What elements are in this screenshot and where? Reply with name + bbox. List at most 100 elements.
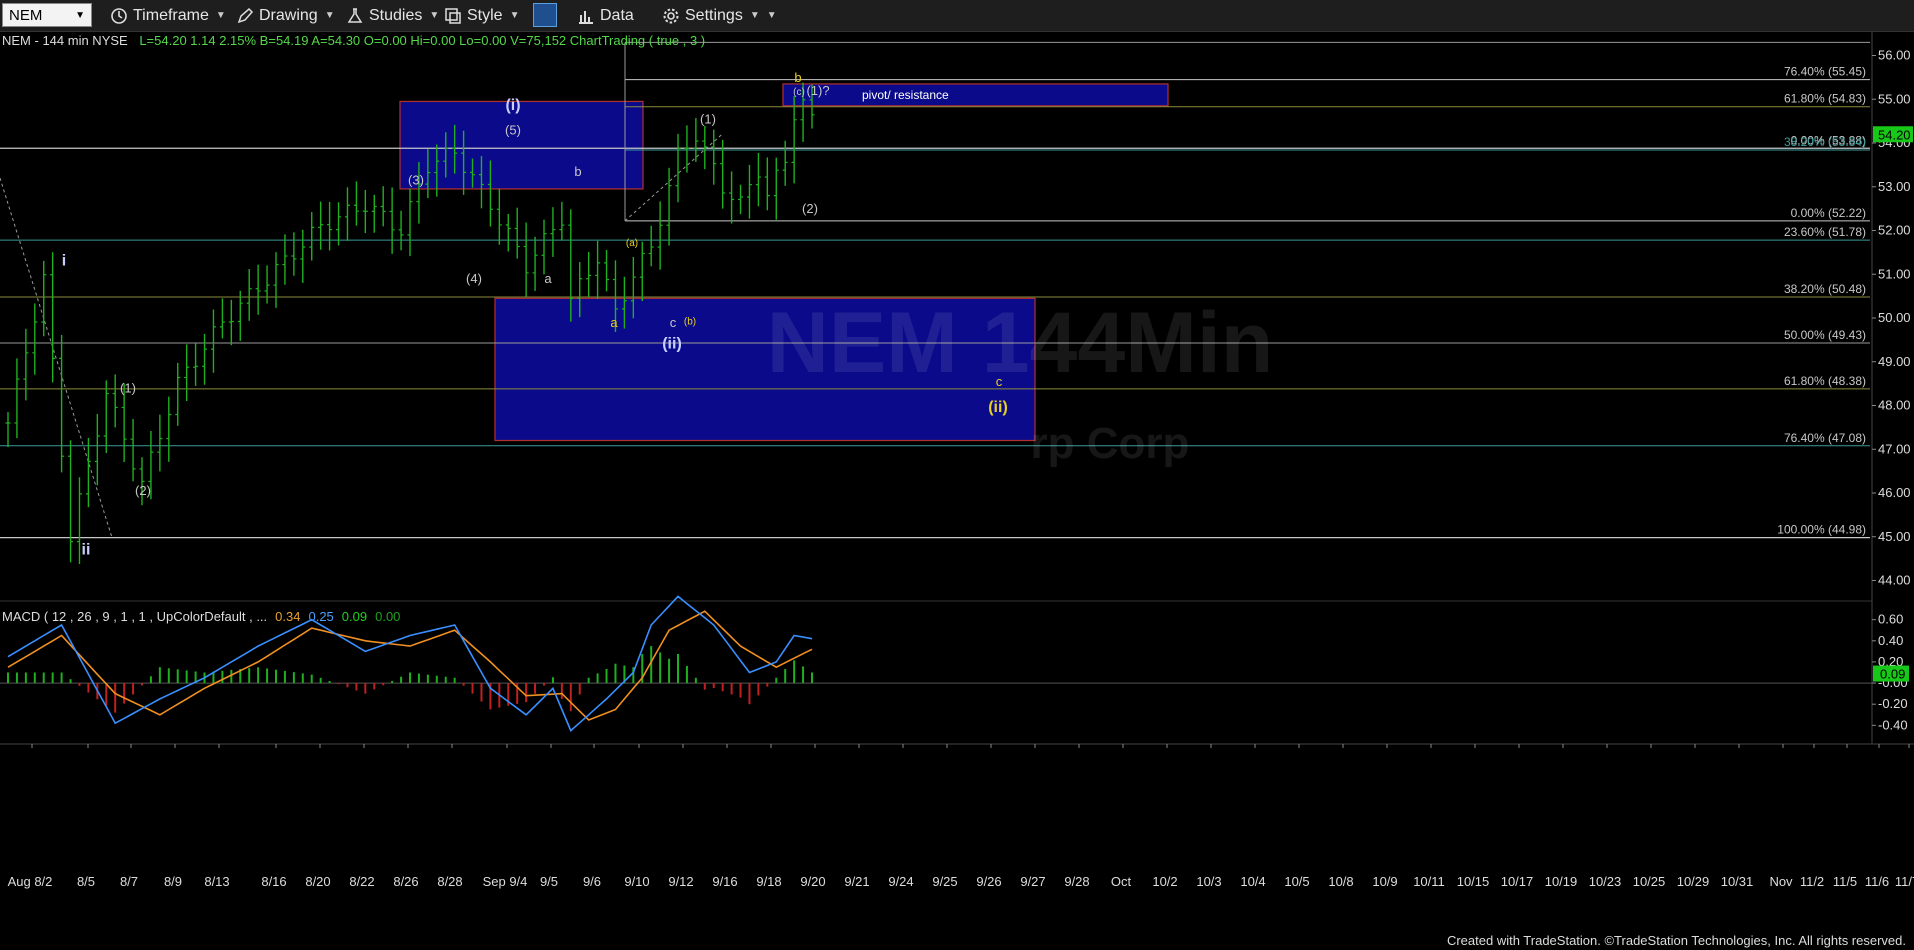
time-tick-label: 10/3 [1196, 874, 1221, 889]
price-tick-label: 45.00 [1878, 529, 1911, 544]
fib-label: 61.80% (48.38) [1784, 374, 1866, 388]
time-tick-label: 8/16 [261, 874, 286, 889]
time-tick-label: 10/23 [1589, 874, 1622, 889]
drawing-menu[interactable]: Drawing ▼ [236, 0, 335, 31]
time-tick-label: 10/2 [1152, 874, 1177, 889]
wave-label: (c) [793, 87, 805, 98]
time-tick-label: 9/5 [540, 874, 558, 889]
macd-params: MACD ( 12 , 26 , 9 , 1 , 1 , UpColorDefa… [2, 609, 267, 624]
watermark-company: rp Corp [1031, 419, 1190, 468]
chevron-down-icon: ▼ [509, 10, 520, 21]
time-tick-label: 10/17 [1501, 874, 1534, 889]
fibonacci-levels: 100.00% (44.98) 76.40% (47.08) 61.80% (48.… [0, 41, 1870, 539]
price-tick-label: 52.00 [1878, 223, 1911, 238]
time-tick-label: 9/18 [756, 874, 781, 889]
pencil-icon [237, 7, 254, 23]
style-label: Style [467, 6, 503, 24]
price-tick-label: 50.00 [1878, 310, 1911, 325]
layout-toggle-button[interactable] [533, 3, 557, 27]
settings-label: Settings [685, 6, 743, 24]
wave-label: a [544, 271, 552, 286]
price-tick-label: 55.00 [1878, 91, 1911, 106]
time-tick-label: 9/27 [1020, 874, 1045, 889]
bar-chart-icon [579, 10, 593, 24]
time-tick-label: 10/8 [1328, 874, 1353, 889]
drawing-label: Drawing [259, 6, 318, 24]
fib-label: 76.40% (55.45) [1784, 65, 1866, 79]
time-tick-label: 9/26 [976, 874, 1001, 889]
chart-area[interactable]: pivot/ resistance 100.00% (44.98) 76.40% … [0, 32, 1914, 932]
chevron-down-icon: ▼ [324, 10, 335, 21]
fib-label: 38.20% (50.48) [1784, 282, 1866, 296]
wave-label: c [996, 374, 1003, 389]
chevron-down-icon: ▼ [215, 10, 226, 21]
fib-label: 76.40% (47.08) [1784, 431, 1866, 445]
macd-value: 0.25 [308, 609, 333, 624]
wave-label: (3) [408, 173, 424, 188]
style-icon [445, 7, 461, 24]
chart-toolbar: NEM ▼ Timeframe ▼ Drawing ▼ Studies ▼ St… [0, 0, 1914, 32]
wave-label: (5) [505, 122, 521, 137]
time-tick-label: 9/20 [800, 874, 825, 889]
timeframe-label: Timeframe [133, 6, 209, 24]
timeframe-menu[interactable]: Timeframe ▼ [110, 0, 226, 31]
watermark-symbol: NEM 144Min [767, 295, 1274, 391]
time-tick-label: 9/16 [712, 874, 737, 889]
macd-panel: MACD ( 12 , 26 , 9 , 1 , 1 , UpColorDefa… [0, 595, 1909, 732]
price-tick-label: 47.00 [1878, 441, 1911, 456]
wave-label: b [574, 164, 581, 179]
wave-label: (2) [802, 201, 818, 216]
time-tick-label: 10/11 [1413, 874, 1445, 889]
time-tick-label: 9/12 [668, 874, 693, 889]
watermark: NEM 144Min rp Corp [767, 295, 1274, 468]
fib-label: 50.00% (49.43) [1784, 328, 1866, 342]
settings-menu[interactable]: Settings ▼ ▼ [662, 0, 777, 31]
time-tick-label: 8/26 [393, 874, 418, 889]
wave-label: b [794, 70, 801, 85]
chevron-down-icon: ▼ [766, 10, 777, 21]
price-tick-label: 48.00 [1878, 398, 1911, 413]
studies-menu[interactable]: Studies ▼ [346, 0, 439, 31]
time-tick-label: 10/9 [1372, 874, 1397, 889]
style-menu[interactable]: Style ▼ [444, 0, 519, 31]
price-tick-label: 44.00 [1878, 573, 1911, 588]
time-tick-label: 11/6 [1865, 874, 1889, 889]
time-tick-label: 10/4 [1240, 874, 1265, 889]
time-tick-label: 8/9 [164, 874, 182, 889]
time-tick-label: 11/7 [1895, 874, 1914, 889]
macd-tick-label: 0.60 [1878, 612, 1903, 627]
time-tick-label: 11/5 [1833, 874, 1857, 889]
time-tick-label: 8/22 [349, 874, 374, 889]
chevron-down-icon: ▼ [749, 10, 760, 21]
wave-label: ii [82, 541, 91, 558]
macd-signal-line [7, 610, 813, 721]
time-tick-label: 9/28 [1064, 874, 1089, 889]
symbol-input[interactable]: NEM ▼ [2, 3, 92, 27]
wave-label: (1)? [806, 83, 829, 98]
wave-label: (ii) [988, 399, 1008, 416]
price-tick-label: 46.00 [1878, 485, 1911, 500]
wave-label: c [670, 315, 677, 330]
zone-label: pivot/ resistance [862, 88, 949, 102]
wave-label: (2) [135, 483, 151, 498]
time-tick-label: 10/15 [1457, 874, 1490, 889]
symbol-info: NEM - 144 min NYSE [2, 33, 128, 48]
time-tick-label: 10/31 [1721, 874, 1754, 889]
quote-values: L=54.20 1.14 2.15% B=54.19 A=54.30 O=0.0… [139, 33, 705, 48]
time-tick-label: 9/25 [932, 874, 957, 889]
time-axis: Aug 8/2 8/5 8/7 8/9 8/13 8/16 8/20 8/22 8/26 8/28… [8, 744, 1914, 889]
wave-label: (a) [626, 238, 638, 249]
wave-label: (4) [466, 271, 482, 286]
trend-dash [0, 177, 113, 538]
time-tick-label: 9/21 [844, 874, 869, 889]
macd-value: 0.00 [375, 609, 400, 624]
fib-label: 61.80% (54.83) [1784, 92, 1866, 106]
symbol-value: NEM [9, 6, 43, 24]
wave-label: (b) [684, 317, 696, 328]
time-tick-label: 10/25 [1633, 874, 1666, 889]
time-tick-label: 10/19 [1545, 874, 1578, 889]
data-menu[interactable]: Data [577, 0, 634, 31]
time-tick-label: Oct [1111, 874, 1132, 889]
time-tick-label: 11/2 [1800, 874, 1824, 889]
macd-tick-label: -0.20 [1878, 696, 1908, 711]
